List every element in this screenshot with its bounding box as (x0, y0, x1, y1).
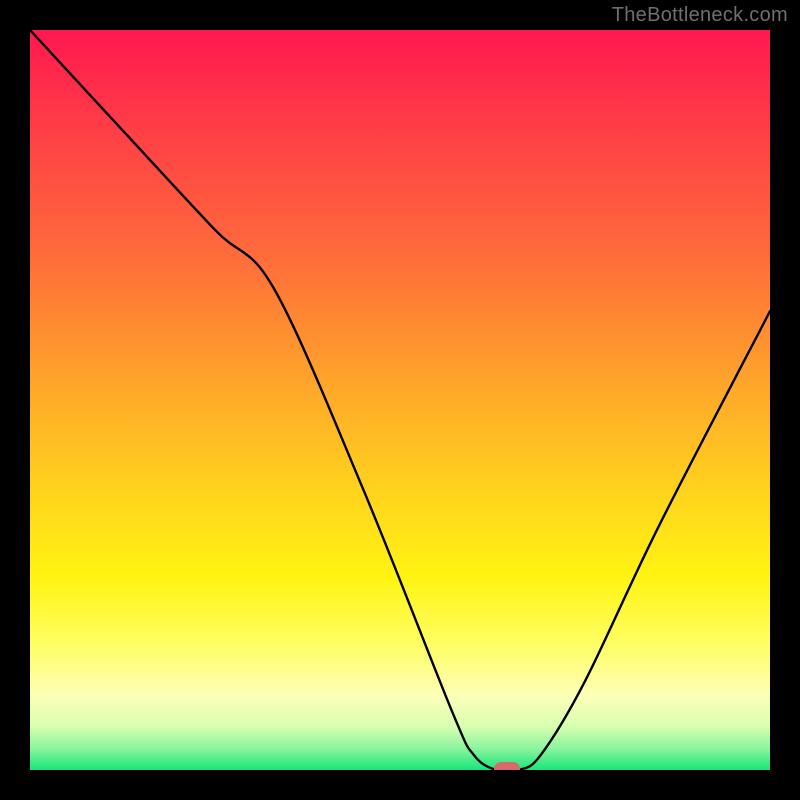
bottleneck-curve (30, 30, 770, 770)
curve-path (30, 30, 770, 770)
watermark-text: TheBottleneck.com (612, 4, 788, 27)
chart-stage: TheBottleneck.com (0, 0, 800, 800)
plot-area (30, 30, 770, 770)
optimal-point-marker (494, 762, 520, 770)
